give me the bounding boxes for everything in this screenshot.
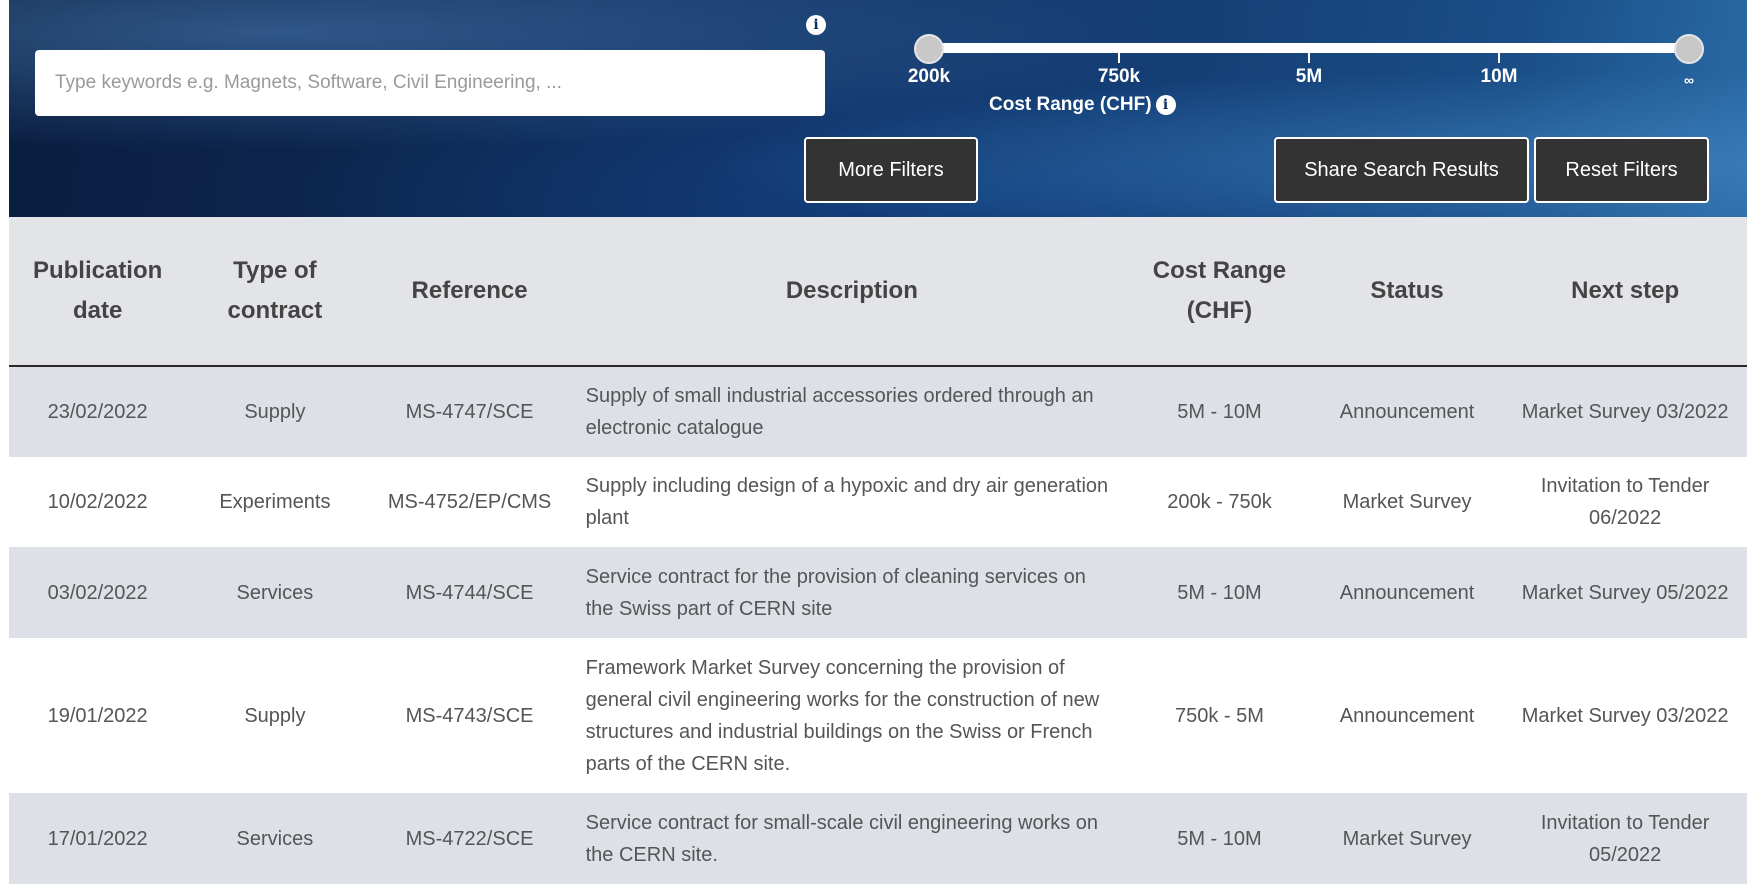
slider-tick <box>1118 53 1120 63</box>
slider-tick <box>1308 53 1310 63</box>
procurement-search-page: i 200k 750k 5M 10M ∞ Cost Range (CHF)i M… <box>0 0 1747 884</box>
cell-next-step: Market Survey 05/2022 <box>1503 547 1747 638</box>
more-filters-button[interactable]: More Filters <box>804 137 978 203</box>
cell-type: Services <box>186 547 364 638</box>
table-header-row: Publication date Type of contract Refere… <box>9 217 1747 367</box>
cell-status: Announcement <box>1310 638 1504 793</box>
cell-next-step: Invitation to Tender 06/2022 <box>1503 457 1747 547</box>
market-survey-table: Publication date Type of contract Refere… <box>9 217 1747 884</box>
cell-date: 23/02/2022 <box>9 366 187 457</box>
tick-label-200k: 200k <box>907 66 951 87</box>
cell-status: Announcement <box>1310 366 1504 457</box>
table-row[interactable]: 19/01/2022 Supply MS-4743/SCE Framework … <box>9 638 1747 793</box>
table-row[interactable]: 03/02/2022 Services MS-4744/SCE Service … <box>9 547 1747 638</box>
cell-status: Announcement <box>1310 547 1504 638</box>
cell-status: Market Survey <box>1310 793 1504 884</box>
cell-description: Supply of small industrial accessories o… <box>575 366 1129 457</box>
cell-date: 19/01/2022 <box>9 638 187 793</box>
cell-description: Supply including design of a hypoxic and… <box>575 457 1129 547</box>
cell-cost: 750k - 5M <box>1128 638 1311 793</box>
cell-type: Experiments <box>186 457 364 547</box>
header-description[interactable]: Description <box>575 217 1129 367</box>
cost-range-caption: Cost Range (CHF) i <box>989 94 1176 116</box>
cell-date: 10/02/2022 <box>9 457 187 547</box>
cell-cost: 5M - 10M <box>1128 547 1311 638</box>
cell-cost: 5M - 10M <box>1128 366 1311 457</box>
cost-range-info-icon[interactable]: i <box>1155 94 1176 115</box>
cell-description: Service contract for the provision of cl… <box>575 547 1129 638</box>
cell-reference: MS-4747/SCE <box>363 366 576 457</box>
header-status[interactable]: Status <box>1310 217 1504 367</box>
cell-next-step: Invitation to Tender 05/2022 <box>1503 793 1747 884</box>
slider-tick <box>1498 53 1500 63</box>
slider-max-handle[interactable] <box>1674 34 1704 64</box>
slider-min-handle[interactable] <box>914 34 944 64</box>
cell-type: Services <box>186 793 364 884</box>
cell-description: Service contract for small-scale civil e… <box>575 793 1129 884</box>
tick-label-5m: 5M <box>1295 66 1323 87</box>
cell-type: Supply <box>186 638 364 793</box>
header-cost-range[interactable]: Cost Range (CHF) <box>1128 217 1311 367</box>
cell-description: Framework Market Survey concerning the p… <box>575 638 1129 793</box>
cell-cost: 200k - 750k <box>1128 457 1311 547</box>
reset-filters-button[interactable]: Reset Filters <box>1534 137 1709 203</box>
slider-track[interactable] <box>929 43 1689 53</box>
cell-cost: 5M - 10M <box>1128 793 1311 884</box>
cell-date: 17/01/2022 <box>9 793 187 884</box>
cell-reference: MS-4743/SCE <box>363 638 576 793</box>
cell-reference: MS-4722/SCE <box>363 793 576 884</box>
keyword-search-input[interactable] <box>35 50 825 116</box>
share-search-results-button[interactable]: Share Search Results <box>1274 137 1529 203</box>
header-reference[interactable]: Reference <box>363 217 576 367</box>
header-next-step[interactable]: Next step <box>1503 217 1747 367</box>
cell-reference: MS-4752/EP/CMS <box>363 457 576 547</box>
cell-reference: MS-4744/SCE <box>363 547 576 638</box>
header-type-of-contract[interactable]: Type of contract <box>186 217 364 367</box>
table-row[interactable]: 23/02/2022 Supply MS-4747/SCE Supply of … <box>9 366 1747 457</box>
tick-label-infinity: ∞ <box>1684 72 1694 88</box>
cell-next-step: Market Survey 03/2022 <box>1503 638 1747 793</box>
filter-banner: i 200k 750k 5M 10M ∞ Cost Range (CHF)i M… <box>9 0 1747 217</box>
cost-range-slider[interactable]: 200k 750k 5M 10M ∞ <box>908 34 1704 144</box>
cell-next-step: Market Survey 03/2022 <box>1503 366 1747 457</box>
table-row[interactable]: 10/02/2022 Experiments MS-4752/EP/CMS Su… <box>9 457 1747 547</box>
cell-date: 03/02/2022 <box>9 547 187 638</box>
cell-type: Supply <box>186 366 364 457</box>
cell-status: Market Survey <box>1310 457 1504 547</box>
search-info-icon[interactable]: i <box>806 15 826 35</box>
header-publication-date[interactable]: Publication date <box>9 217 187 367</box>
table-row[interactable]: 17/01/2022 Services MS-4722/SCE Service … <box>9 793 1747 884</box>
cost-range-label: Cost Range (CHF) <box>989 94 1152 115</box>
tick-label-750k: 750k <box>1097 66 1141 87</box>
tick-label-10m: 10M <box>1480 66 1518 87</box>
